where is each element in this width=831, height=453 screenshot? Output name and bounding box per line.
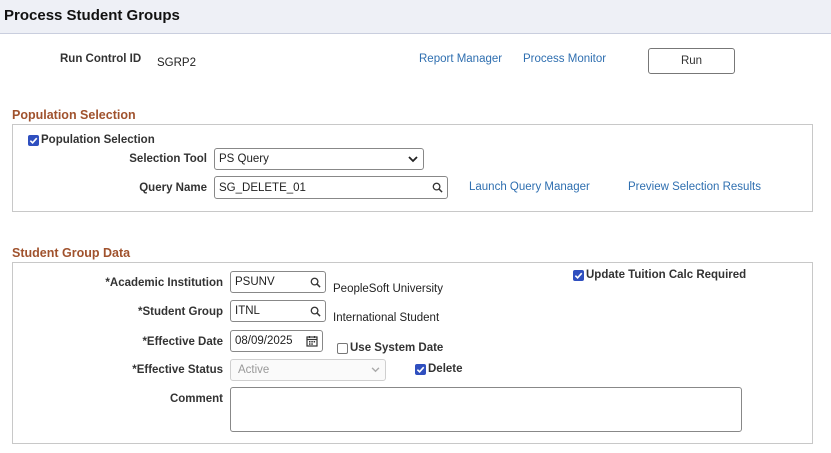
update-tuition-calc-label: Update Tuition Calc Required xyxy=(586,269,747,281)
effective-date-value: 08/09/2025 xyxy=(235,335,293,347)
comment-label: Comment xyxy=(169,393,223,405)
use-system-date-label: Use System Date xyxy=(350,342,444,354)
query-name-label: Query Name xyxy=(139,182,207,194)
run-control-id-label: Run Control ID xyxy=(60,53,142,65)
academic-institution-description: PeopleSoft University xyxy=(333,283,443,295)
checkmark-icon xyxy=(29,137,38,145)
academic-institution-value: PSUNV xyxy=(235,276,275,288)
checkmark-icon xyxy=(416,366,425,374)
population-selection-section-title: Population Selection xyxy=(12,108,136,122)
checkmark-icon xyxy=(574,272,583,280)
page-title: Process Student Groups xyxy=(4,7,180,24)
calendar-icon[interactable] xyxy=(302,331,322,351)
preview-selection-results-link[interactable]: Preview Selection Results xyxy=(628,181,761,193)
delete-checkbox[interactable] xyxy=(415,364,426,375)
student-group-label: *Student Group xyxy=(138,306,223,318)
student-group-input[interactable]: ITNL xyxy=(230,300,326,322)
use-system-date-checkbox[interactable] xyxy=(337,343,348,354)
chevron-down-icon xyxy=(365,360,385,380)
launch-query-manager-link[interactable]: Launch Query Manager xyxy=(469,181,590,193)
student-group-data-section-title: Student Group Data xyxy=(12,246,131,260)
effective-status-label: *Effective Status xyxy=(132,364,223,376)
academic-institution-input[interactable]: PSUNV xyxy=(230,271,326,293)
query-name-input[interactable]: SG_DELETE_01 xyxy=(214,176,448,199)
run-button[interactable]: Run xyxy=(648,48,735,74)
selection-tool-value: PS Query xyxy=(219,153,269,165)
search-icon[interactable] xyxy=(305,272,325,292)
student-group-description: International Student xyxy=(333,312,440,324)
academic-institution-label: *Academic Institution xyxy=(105,277,223,289)
run-control-id-value: SGRP2 xyxy=(157,57,196,69)
student-group-value: ITNL xyxy=(235,305,260,317)
effective-status-select: Active xyxy=(230,359,386,381)
process-monitor-link[interactable]: Process Monitor xyxy=(523,53,606,65)
delete-label: Delete xyxy=(428,363,463,375)
effective-date-input[interactable]: 08/09/2025 xyxy=(230,330,323,352)
comment-textarea[interactable] xyxy=(230,387,742,432)
population-selection-checkbox-label: Population Selection xyxy=(41,134,155,146)
chevron-down-icon xyxy=(403,149,423,169)
search-icon[interactable] xyxy=(427,177,447,198)
report-manager-link[interactable]: Report Manager xyxy=(419,53,502,65)
search-icon[interactable] xyxy=(305,301,325,321)
query-name-value: SG_DELETE_01 xyxy=(219,181,306,194)
update-tuition-calc-checkbox[interactable] xyxy=(573,270,584,281)
selection-tool-select[interactable]: PS Query xyxy=(214,148,424,170)
selection-tool-label: Selection Tool xyxy=(129,153,207,165)
effective-status-value: Active xyxy=(238,364,270,376)
effective-date-label: *Effective Date xyxy=(142,336,223,348)
population-selection-checkbox[interactable] xyxy=(28,135,39,146)
